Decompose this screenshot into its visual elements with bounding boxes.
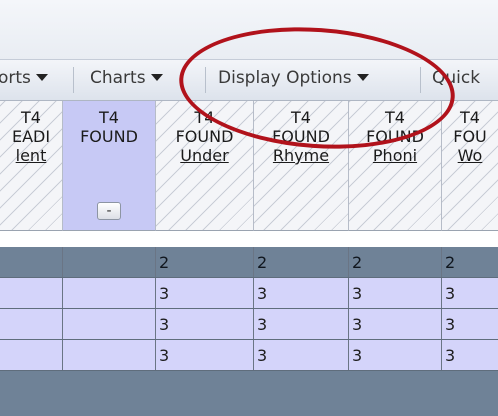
table-cell[interactable]	[63, 340, 156, 370]
column-header-selected[interactable]: T4 FOUND -	[63, 101, 156, 231]
column-header-line: FOUND	[272, 127, 330, 146]
column-header[interactable]: T4 FOUND Under	[156, 101, 254, 231]
toolbar: orts Charts Display Options Quick	[0, 59, 498, 101]
table-cell[interactable]	[63, 309, 156, 339]
table-cell[interactable]: 3	[156, 309, 254, 339]
display-options-menu-label: Display Options	[218, 68, 352, 88]
chevron-down-icon	[356, 73, 369, 81]
table-cell[interactable]: 3	[254, 278, 349, 308]
column-header-line: T4	[460, 108, 480, 127]
column-header[interactable]: T4 FOU Wo	[442, 101, 498, 231]
column-header-line: FOUND	[175, 127, 234, 146]
collapse-button[interactable]: -	[97, 202, 121, 220]
column-header[interactable]: T4 EADI lent	[0, 101, 63, 231]
table-cell[interactable]: 3	[349, 340, 442, 370]
column-header-line: FOU	[453, 127, 487, 146]
column-header-line: T4	[194, 108, 215, 127]
toolbar-separator	[420, 67, 421, 93]
table-cell[interactable]: 2	[254, 247, 349, 277]
display-options-menu[interactable]: Display Options	[218, 68, 369, 88]
column-header-subtitle: Wo	[457, 146, 483, 165]
quick-menu[interactable]: Quick	[432, 68, 480, 88]
reports-menu[interactable]: orts	[0, 68, 48, 88]
table-cell[interactable]: 3	[349, 278, 442, 308]
reports-menu-label: orts	[0, 68, 31, 88]
table-cell[interactable]	[0, 247, 63, 277]
column-header-subtitle: lent	[15, 146, 47, 165]
charts-menu[interactable]: Charts	[90, 68, 163, 88]
table-cell[interactable]: 3	[156, 278, 254, 308]
data-grid: T4 EADI lent T4 FOUND - T4 FOUND Under T…	[0, 101, 498, 416]
column-header[interactable]: T4 FOUND Phoni	[349, 101, 442, 231]
chevron-down-icon	[35, 73, 48, 81]
top-band	[0, 0, 498, 59]
quick-menu-label: Quick	[432, 68, 481, 88]
table-cell[interactable]: 3	[254, 340, 349, 370]
table-cell[interactable]: 3	[442, 309, 498, 339]
chevron-down-icon	[150, 73, 163, 81]
table-cell[interactable]: 3	[254, 309, 349, 339]
charts-menu-label: Charts	[90, 68, 146, 88]
column-header-line: FOUND	[80, 127, 138, 146]
summary-row	[0, 371, 498, 416]
table-row: 3 3 3 3	[0, 309, 498, 340]
toolbar-separator	[205, 67, 206, 93]
table-cell[interactable]	[0, 340, 63, 370]
table-cell[interactable]: 2	[349, 247, 442, 277]
table-cell[interactable]: 3	[442, 278, 498, 308]
column-header-line: T4	[99, 108, 119, 127]
summary-row: 2 2 2 2	[0, 247, 498, 278]
table-cell[interactable]: 3	[442, 340, 498, 370]
column-header-subtitle: Under	[180, 146, 229, 165]
table-cell[interactable]: 3	[349, 309, 442, 339]
table-cell[interactable]	[0, 278, 63, 308]
column-header-line: FOUND	[366, 127, 424, 146]
table-cell[interactable]: 2	[156, 247, 254, 277]
table-row: 3 3 3 3	[0, 340, 498, 371]
table-cell[interactable]: 3	[156, 340, 254, 370]
column-header-line: T4	[21, 108, 41, 127]
column-header-subtitle: Rhyme	[272, 146, 330, 165]
column-header[interactable]: T4 FOUND Rhyme	[254, 101, 349, 231]
table-cell[interactable]	[63, 278, 156, 308]
column-header-subtitle: Phoni	[372, 146, 418, 165]
table-cell[interactable]: 2	[442, 247, 498, 277]
column-header-line: EADI	[11, 127, 51, 146]
table-cell[interactable]	[63, 247, 156, 277]
table-cell[interactable]	[0, 309, 63, 339]
toolbar-separator	[73, 67, 74, 93]
column-header-line: T4	[291, 108, 311, 127]
column-header-line: T4	[385, 108, 405, 127]
table-row: 3 3 3 3	[0, 278, 498, 309]
